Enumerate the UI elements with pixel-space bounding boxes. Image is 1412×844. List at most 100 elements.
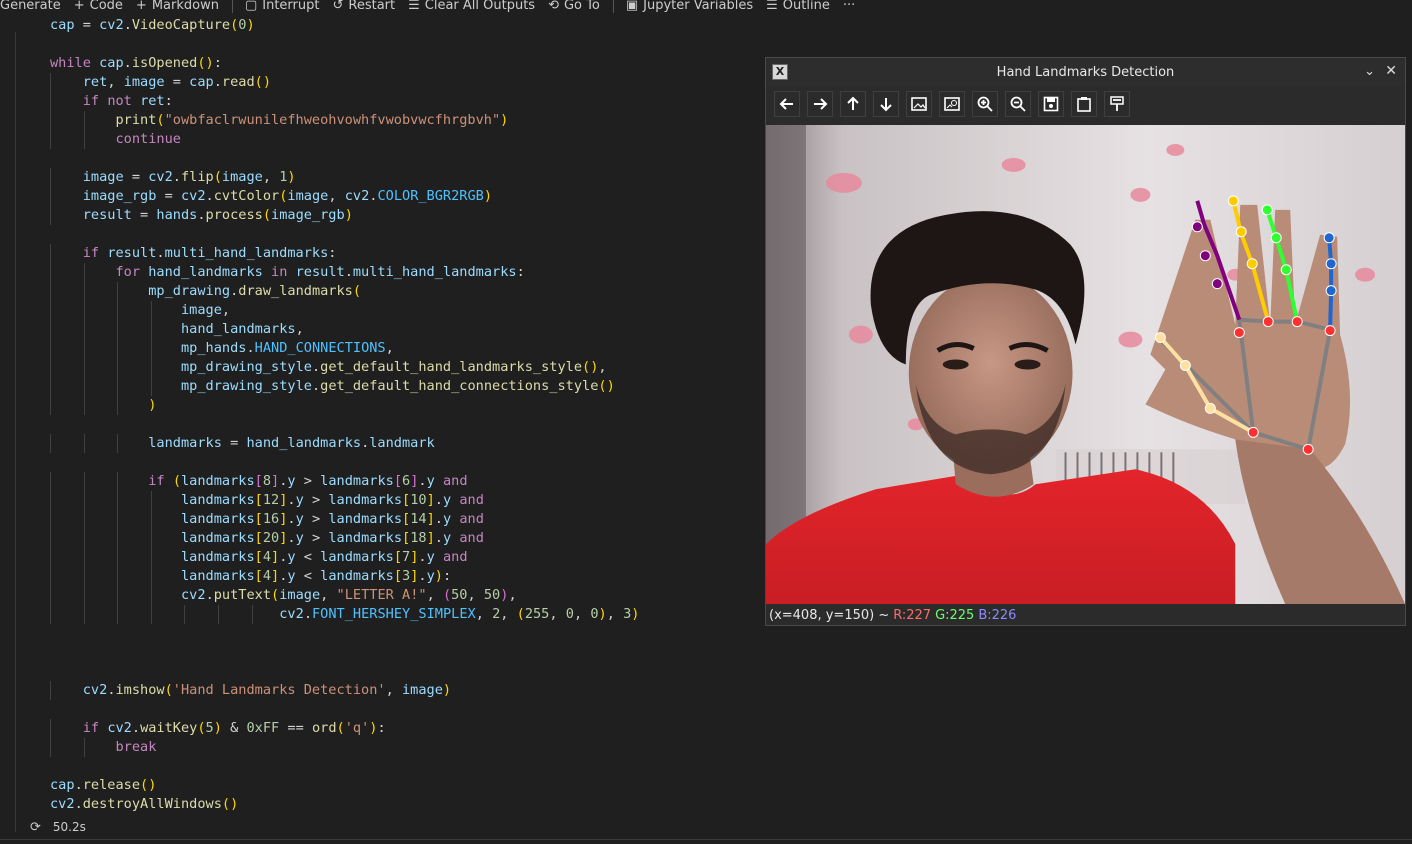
toolbar-label: Markdown — [151, 0, 219, 13]
toolbar-go-to-button[interactable]: ⟲ Go To — [548, 0, 600, 13]
indent-guide — [83, 396, 85, 415]
toolbar-interrupt-button[interactable]: ▢ Interrupt — [245, 0, 320, 13]
zoom-out-button[interactable] — [1005, 91, 1031, 117]
chevron-down-icon[interactable]: ⌄ — [1364, 64, 1375, 79]
toolbar-label: ··· — [842, 0, 856, 13]
code-line[interactable]: image_rgb = cv2.cvtColor(image, cv2.COLO… — [50, 187, 492, 206]
arrow-down-button[interactable] — [873, 91, 899, 117]
code-line[interactable]: landmarks[12].y > landmarks[10].y and — [50, 491, 484, 510]
toolbar-label: Generate — [0, 0, 61, 13]
red-value: R:227 — [893, 607, 932, 623]
code-line[interactable]: cv2.destroyAllWindows() — [50, 795, 238, 814]
indent-guide — [150, 548, 152, 567]
code-line[interactable]: cap.release() — [50, 776, 156, 795]
code-line[interactable]: print("owbfaclrwunilefhweohvowhfvwobvwcf… — [50, 111, 509, 130]
restart-icon: ↺ — [332, 0, 344, 13]
code-line[interactable]: image = cv2.flip(image, 1) — [50, 168, 296, 187]
toolbar--button[interactable]: ··· — [843, 0, 855, 13]
code-line[interactable]: cv2.putText(image, "LETTER A!", (50, 50)… — [50, 586, 517, 605]
toolbar-code-button[interactable]: + Code — [74, 0, 123, 13]
arrow-up-button[interactable] — [840, 91, 866, 117]
code-line[interactable]: while cap.isOpened(): — [50, 54, 222, 73]
indent-guide — [83, 263, 85, 282]
variables-icon: ▣ — [625, 0, 639, 13]
toolbar-markdown-button[interactable]: + Markdown — [136, 0, 219, 13]
code-line[interactable]: mp_drawing_style.get_default_hand_landma… — [50, 358, 607, 377]
indent-guide — [83, 491, 85, 510]
code-line[interactable]: landmarks = hand_landmarks.landmark — [50, 434, 434, 453]
indent-guide — [117, 529, 119, 548]
indent-guide — [150, 567, 152, 586]
code-line[interactable]: if not ret: — [50, 92, 173, 111]
properties-button[interactable] — [1104, 91, 1130, 117]
indent-guide — [251, 605, 253, 624]
indent-guide — [117, 339, 119, 358]
opencv-window[interactable]: X Hand Landmarks Detection ⌄ ✕ (x=408, y… — [765, 57, 1406, 626]
code-line[interactable]: if (landmarks[8].y > landmarks[6].y and — [50, 472, 467, 491]
code-line[interactable]: landmarks[4].y < landmarks[7].y and — [50, 548, 468, 567]
code-line[interactable]: landmarks[16].y > landmarks[14].y and — [50, 510, 484, 529]
toolbar-restart-button[interactable]: ↺ Restart — [332, 0, 395, 13]
image-settings-button[interactable] — [939, 91, 965, 117]
code-line[interactable]: continue — [50, 130, 181, 149]
code-line[interactable]: image, — [50, 301, 230, 320]
code-line[interactable]: result = hands.process(image_rgb) — [50, 206, 353, 225]
copy-clipboard-button[interactable] — [1071, 91, 1097, 117]
indent-guide — [50, 548, 51, 567]
save-button[interactable] — [1038, 91, 1064, 117]
toolbar-clear-all-outputs-button[interactable]: ☰ Clear All Outputs — [408, 0, 535, 13]
toolbar-outline-button[interactable]: ☰ Outline — [766, 0, 830, 13]
code-line[interactable]: ret, image = cap.read() — [50, 73, 271, 92]
cell-divider — [0, 839, 1412, 840]
arrow-left-button[interactable] — [774, 91, 800, 117]
app-icon: X — [772, 64, 788, 80]
indent-guide — [117, 358, 119, 377]
indent-guide — [50, 434, 51, 453]
indent-guide — [117, 377, 119, 396]
code-line[interactable]: hand_landmarks, — [50, 320, 304, 339]
code-line[interactable]: mp_drawing_style.get_default_hand_connec… — [50, 377, 615, 396]
indent-guide — [83, 377, 85, 396]
indent-guide — [150, 339, 152, 358]
image-button[interactable] — [906, 91, 932, 117]
indent-guide — [117, 301, 119, 320]
indent-guide — [50, 320, 51, 339]
code-line[interactable]: landmarks[4].y < landmarks[3].y): — [50, 567, 451, 586]
arrow-right-button[interactable] — [807, 91, 833, 117]
code-line[interactable]: if result.multi_hand_landmarks: — [50, 244, 337, 263]
code-editor[interactable]: cap = cv2.VideoCapture(0) while cap.isOpe… — [0, 16, 764, 832]
arrow-down-icon — [880, 98, 892, 112]
outline-icon: ☰ — [766, 0, 778, 13]
indent-guide — [50, 377, 51, 396]
code-line[interactable]: cap = cv2.VideoCapture(0) — [50, 16, 255, 35]
webcam-frame[interactable] — [766, 125, 1405, 604]
code-line[interactable]: if cv2.waitKey(5) & 0xFF == ord('q'): — [50, 719, 386, 738]
indent-guide — [83, 130, 85, 149]
toolbar-generate-button[interactable]: Generate — [0, 0, 61, 13]
indent-guide — [83, 510, 85, 529]
code-line[interactable]: for hand_landmarks in result.multi_hand_… — [50, 263, 525, 282]
close-icon[interactable]: ✕ — [1385, 63, 1397, 79]
code-line[interactable]: cv2.imshow('Hand Landmarks Detection', i… — [50, 681, 451, 700]
window-title: Hand Landmarks Detection — [996, 64, 1175, 80]
blue-value: B:226 — [978, 607, 1017, 623]
code-line[interactable]: break — [50, 738, 157, 757]
code-line[interactable]: ) — [50, 396, 156, 415]
code-line[interactable]: mp_drawing.draw_landmarks( — [50, 282, 361, 301]
indent-guide — [50, 73, 51, 92]
indent-guide — [83, 472, 85, 491]
indent-guide — [50, 586, 51, 605]
zoom-out-icon — [1010, 96, 1026, 112]
code-line[interactable]: landmarks[20].y > landmarks[18].y and — [50, 529, 484, 548]
stop-icon: ▢ — [244, 0, 258, 13]
indent-guide — [117, 567, 119, 586]
copy-clipboard-icon — [1077, 97, 1091, 112]
indent-guide — [50, 111, 51, 130]
indent-guide — [150, 491, 152, 510]
code-line[interactable]: mp_hands.HAND_CONNECTIONS, — [50, 339, 394, 358]
zoom-in-button[interactable] — [972, 91, 998, 117]
properties-icon — [1110, 96, 1124, 111]
toolbar-jupyter-variables-button[interactable]: ▣ Jupyter Variables — [626, 0, 753, 13]
window-titlebar[interactable]: X Hand Landmarks Detection ⌄ ✕ — [766, 58, 1405, 86]
code-line[interactable]: cv2.FONT_HERSHEY_SIMPLEX, 2, (255, 0, 0)… — [50, 605, 639, 624]
